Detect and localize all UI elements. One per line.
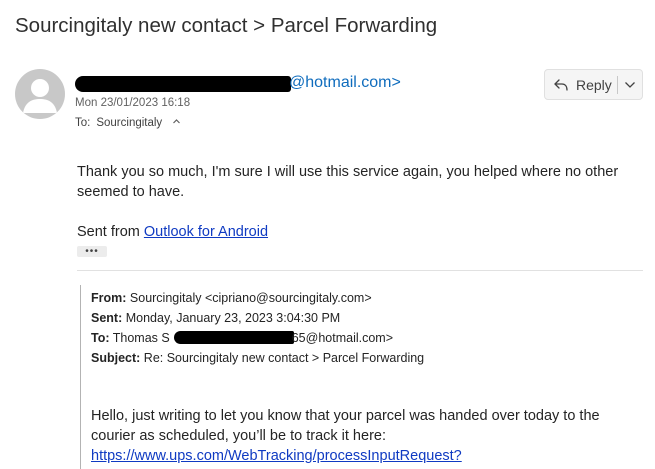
sent-from-line: Sent from Outlook for Android [77,222,268,242]
show-trimmed-content-button[interactable]: ••• [77,246,107,257]
reply-button-group: Reply [544,69,643,100]
quoted-sent-line: Sent: Monday, January 23, 2023 3:04:30 P… [91,310,340,327]
sender-email[interactable]: @hotmail.com> [289,74,401,92]
person-icon [23,79,57,113]
message-paragraph: Thank you so much, I'm sure I will use t… [77,164,619,200]
quoted-to-label: To: [91,331,110,345]
reply-options-button[interactable] [618,70,642,99]
chevron-up-icon[interactable] [172,117,181,129]
email-subject: Sourcingitaly new contact > Parcel Forwa… [15,14,438,37]
redaction-bar [75,76,291,92]
reply-label: Reply [576,76,612,93]
quoted-sent-label: Sent: [91,311,123,325]
reply-arrow-icon [554,78,568,91]
quoted-subject-value: Re: Sourcingitaly new contact > Parcel F… [143,351,425,365]
quoted-to-email: 65@hotmail.com> [291,331,394,345]
quoted-sent-value: Monday, January 23, 2023 3:04:30 PM [125,311,341,325]
sender-address[interactable]: @hotmail.com> [75,74,475,94]
quoted-from-value: Sourcingitaly <cipriano@sourcingitaly.co… [129,291,372,305]
quoted-message-body: Hello, just writing to let you know that… [91,408,600,444]
quote-bar [80,285,81,469]
tracking-link[interactable]: https://www.ups.com/WebTracking/processI… [91,446,462,466]
quoted-subject-label: Subject: [91,351,141,365]
message-divider [77,270,643,271]
quoted-to-line: To: Thomas S 65@hotmail.com> [91,330,393,347]
redaction-bar [173,331,294,344]
outlook-for-android-link[interactable]: Outlook for Android [144,224,268,240]
received-date: Mon 23/01/2023 16:18 [75,97,191,109]
quoted-subject-line: Subject: Re: Sourcingitaly new contact >… [91,350,424,367]
sent-from-prefix: Sent from [77,224,144,240]
reply-button[interactable]: Reply [545,70,617,99]
quoted-from-label: From: [91,291,127,305]
to-label: To: [75,117,91,129]
quoted-to-name: Thomas S [112,331,170,345]
quoted-from-line: From: Sourcingitaly <cipriano@sourcingit… [91,290,372,307]
recipients-line: To: Sourcingitaly [75,117,181,129]
avatar[interactable] [15,69,65,119]
chevron-down-icon [625,81,635,88]
to-recipient[interactable]: Sourcingitaly [96,117,162,129]
